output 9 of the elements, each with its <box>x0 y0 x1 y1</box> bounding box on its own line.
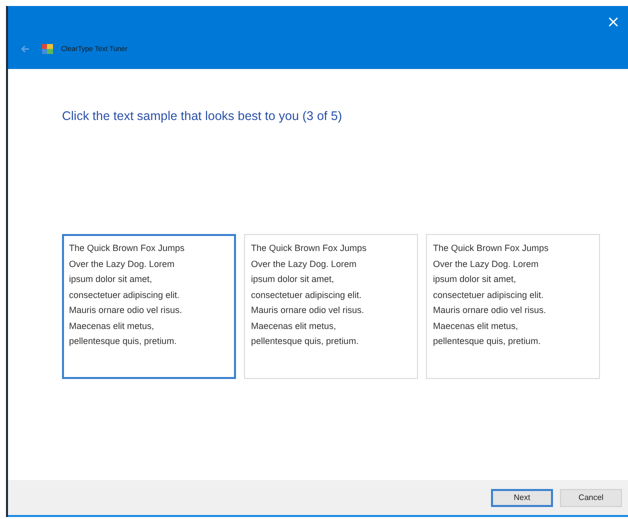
app-icon <box>42 44 53 54</box>
instruction-heading: Click the text sample that looks best to you (3 of 5) <box>62 109 343 123</box>
dialog-button[interactable]: Cancel <box>560 488 622 506</box>
text-sample[interactable]: The Quick Brown Fox Jumps Over the Lazy Dog. Lorem ipsum dolor sit amet, consectetuer adipiscing elit. Mauris ornare odio vel risus. Maecenas elit metus, pellentesque quis, pretium. <box>62 234 236 379</box>
text-sample[interactable]: The Quick Brown Fox Jumps Over the Lazy Dog. Lorem ipsum dolor sit amet, consectetuer adipiscing elit. Mauris ornare odio vel risus. Maecenas elit metus, pellentesque quis, pretium. <box>426 234 600 379</box>
dialog-button[interactable]: Next <box>491 488 553 506</box>
back-arrow-icon[interactable] <box>20 45 30 53</box>
text-sample[interactable]: The Quick Brown Fox Jumps Over the Lazy Dog. Lorem ipsum dolor sit amet, consectetuer adipiscing elit. Mauris ornare odio vel risus. Maecenas elit metus, pellentesque quis, pretium. <box>244 234 418 379</box>
close-button[interactable]: × <box>598 6 628 36</box>
